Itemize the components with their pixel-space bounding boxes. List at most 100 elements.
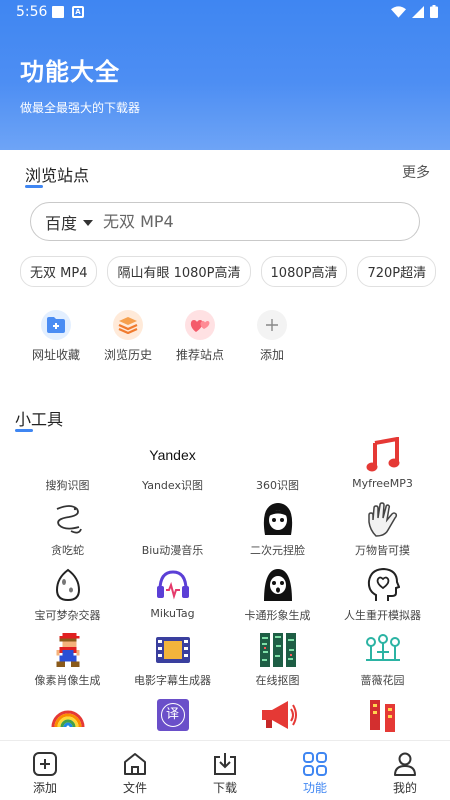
- page-title: 功能大全: [20, 58, 120, 86]
- header-banner: 5:56 A 功能大全 做最全最强大的下载器: [0, 0, 450, 150]
- blank-icon: [258, 435, 298, 475]
- more-link[interactable]: 更多: [402, 162, 430, 182]
- person-icon: [394, 752, 416, 776]
- status-bar: 5:56 A: [0, 0, 450, 24]
- tool-label: 贪吃蛇: [51, 544, 84, 557]
- tool-label: 搜狗识图: [45, 479, 90, 492]
- pixel-mario-icon: [48, 630, 88, 670]
- nav-add[interactable]: 添加: [0, 741, 90, 800]
- ghost-icon: [258, 565, 298, 605]
- search-bar[interactable]: 百度: [30, 202, 420, 241]
- tool-pokemon-fusion[interactable]: 宝可梦杂交器: [15, 565, 120, 630]
- tool-label: 万物皆可摸: [355, 544, 410, 557]
- tool-360-image-search[interactable]: 360识图: [225, 435, 330, 500]
- tool-online-cutout[interactable]: 在线抠图: [225, 630, 330, 695]
- tool-rose-garden[interactable]: 蔷薇花园: [330, 630, 435, 695]
- browse-shortcuts: 网址收藏 浏览历史 推荐站点 添加: [20, 310, 308, 363]
- search-chip[interactable]: 无双 MP4: [20, 256, 98, 287]
- history-layers-icon: [113, 310, 143, 340]
- tool-megaphone[interactable]: [225, 695, 330, 740]
- tool-life-restart-simulator[interactable]: 人生重开模拟器: [330, 565, 435, 630]
- blank-icon: [48, 435, 88, 475]
- anime-face-icon: [258, 500, 298, 540]
- tool-yandex-image-search[interactable]: Yandex Yandex识图: [120, 435, 225, 500]
- tool-label: 宝可梦杂交器: [34, 609, 101, 622]
- bottom-nav: 添加 文件 下载 功能 我的: [0, 740, 450, 800]
- megaphone-icon: [258, 695, 298, 735]
- shortcut-history[interactable]: 浏览历史: [92, 310, 164, 363]
- nav-label: 我的: [392, 781, 417, 795]
- tool-pixel-portrait[interactable]: 像素肖像生成: [15, 630, 120, 695]
- shortcut-label: 推荐站点: [175, 348, 224, 362]
- nav-features[interactable]: 功能: [270, 741, 360, 800]
- couplet-icon: [363, 695, 403, 735]
- tool-label: 电影字幕生成器: [134, 674, 211, 687]
- title-underline: [25, 185, 43, 188]
- egg-icon: [48, 565, 88, 605]
- tool-mikutag[interactable]: MikuTag: [120, 565, 225, 630]
- tool-anime-face-maker[interactable]: 二次元捏脸: [225, 500, 330, 565]
- translate-icon: 译: [153, 695, 193, 735]
- page-subtitle: 做最全最强大的下载器: [20, 101, 141, 115]
- tool-label: 像素肖像生成: [34, 674, 101, 687]
- battery-icon: [430, 5, 438, 18]
- tools-section-title: 小工具: [15, 406, 63, 432]
- tool-rainbow[interactable]: [15, 695, 120, 740]
- shortcut-bookmarks[interactable]: 网址收藏: [20, 310, 92, 363]
- plus-icon: [257, 310, 287, 340]
- shortcut-recommended[interactable]: 推荐站点: [164, 310, 236, 363]
- nav-download[interactable]: 下载: [180, 741, 270, 800]
- nav-label: 功能: [302, 781, 327, 795]
- tool-label: MikuTag: [150, 607, 195, 620]
- search-chip[interactable]: 隔山有眼 1080P高清: [107, 256, 251, 287]
- shortcut-add[interactable]: 添加: [236, 310, 308, 363]
- tool-label: 二次元捏脸: [250, 544, 305, 557]
- blank-icon: [153, 500, 193, 540]
- notification-square-icon: [52, 6, 64, 18]
- nav-label: 下载: [212, 781, 237, 795]
- notification-a-icon: A: [72, 6, 84, 18]
- nav-label: 添加: [32, 781, 57, 795]
- hearts-icon: [185, 310, 215, 340]
- tool-label: 蔷薇花园: [360, 674, 405, 687]
- tool-label: Yandex识图: [142, 479, 203, 492]
- browse-section-title: 浏览站点: [25, 162, 90, 188]
- tool-myfreemp3[interactable]: MyfreeMP3: [330, 435, 435, 500]
- yandex-logo-icon: Yandex: [149, 435, 195, 475]
- caret-down-icon[interactable]: [83, 219, 94, 226]
- download-icon: [214, 753, 236, 775]
- tool-label: 人生重开模拟器: [344, 609, 421, 622]
- tool-label: 在线抠图: [255, 674, 300, 687]
- add-square-icon: [33, 752, 57, 776]
- music-note-icon: [363, 435, 403, 475]
- tool-cartoon-avatar[interactable]: 卡通形象生成: [225, 565, 330, 630]
- browse-title-text: 浏览站点: [25, 166, 90, 185]
- main-content[interactable]: 浏览站点 更多 百度 无双 MP4 隔山有眼 1080P高清 1080P高清 7…: [0, 150, 450, 740]
- headphones-icon: [153, 565, 193, 605]
- film-icon: [153, 630, 193, 670]
- tool-biu-anime-music[interactable]: Biu动漫音乐: [120, 500, 225, 565]
- home-folder-icon: [124, 753, 146, 775]
- tool-sogou-image-search[interactable]: 搜狗识图: [15, 435, 120, 500]
- nav-profile[interactable]: 我的: [360, 741, 450, 800]
- tool-couplet[interactable]: [330, 695, 435, 740]
- search-input[interactable]: [103, 212, 364, 231]
- title-underline: [15, 429, 33, 432]
- tools-grid: 搜狗识图 Yandex Yandex识图 360识图 MyfreeMP3 贪吃蛇: [15, 435, 435, 740]
- hot-search-chips: 无双 MP4 隔山有眼 1080P高清 1080P高清 720P超清: [20, 256, 450, 287]
- nav-files[interactable]: 文件: [90, 741, 180, 800]
- nav-label: 文件: [122, 781, 147, 795]
- tool-movie-subtitle[interactable]: 电影字幕生成器: [120, 630, 225, 695]
- hand-icon: [363, 500, 403, 540]
- search-engine-selector[interactable]: 百度: [45, 210, 77, 234]
- tool-label: Biu动漫音乐: [141, 544, 204, 557]
- tool-translate[interactable]: 译: [120, 695, 225, 740]
- shortcut-label: 网址收藏: [31, 348, 80, 362]
- heart-head-icon: [363, 565, 403, 605]
- tool-snake-game[interactable]: 贪吃蛇: [15, 500, 120, 565]
- status-icons: [391, 5, 438, 18]
- search-chip[interactable]: 720P超清: [357, 256, 437, 287]
- status-time: 5:56: [16, 4, 48, 20]
- tool-touch-everything[interactable]: 万物皆可摸: [330, 500, 435, 565]
- search-chip[interactable]: 1080P高清: [260, 256, 348, 287]
